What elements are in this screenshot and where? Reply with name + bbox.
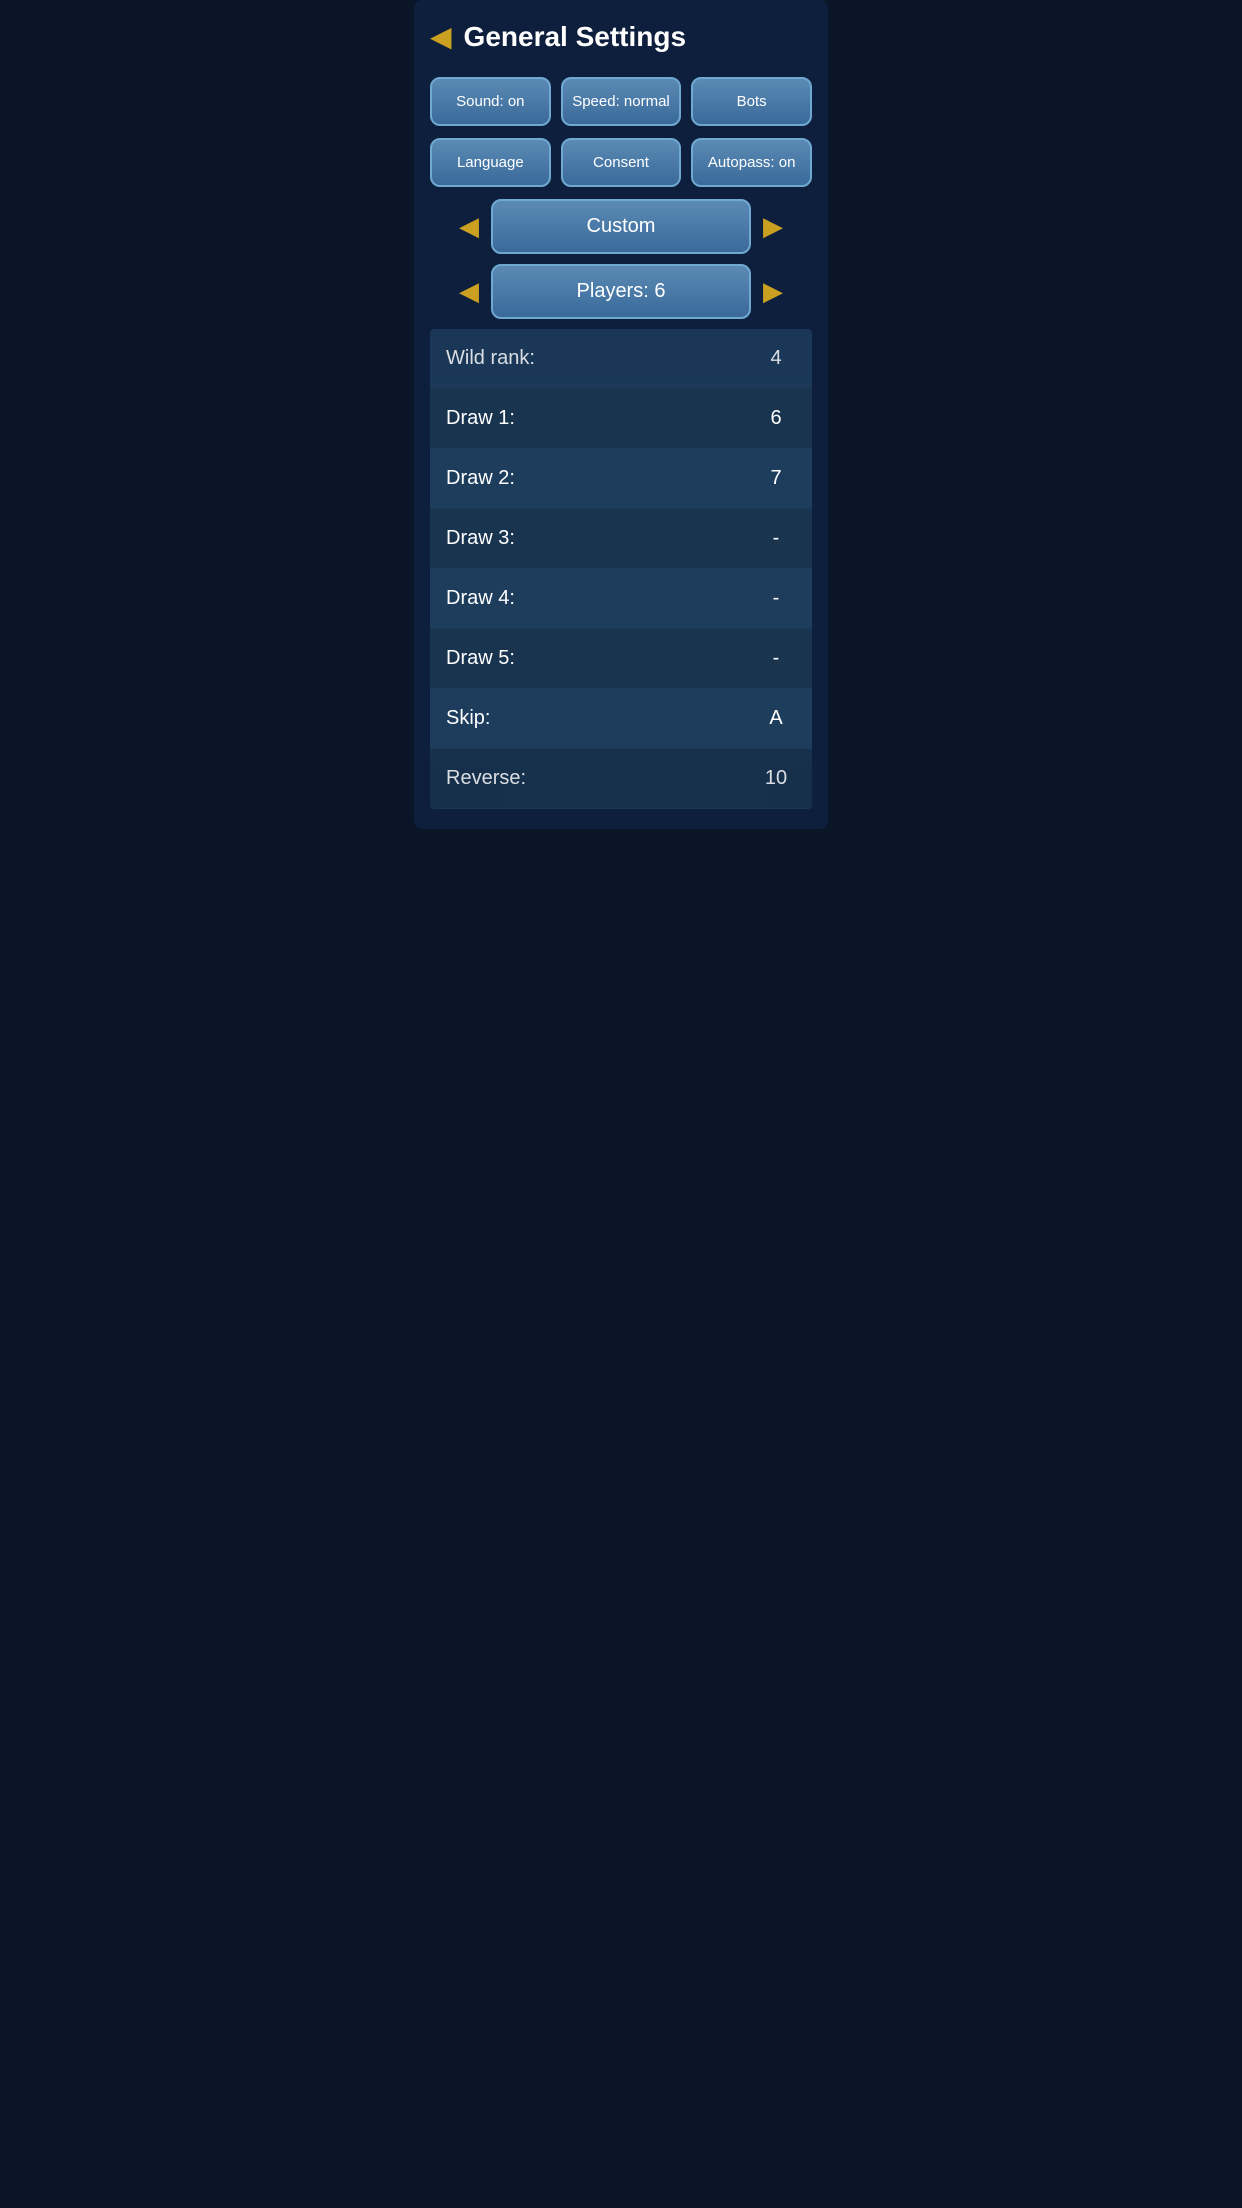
button-row-1: Sound: on Speed: normal Bots: [430, 77, 812, 126]
row-value-draw5: -: [756, 647, 796, 670]
consent-button[interactable]: Consent: [561, 138, 682, 187]
row-label-draw1: Draw 1:: [446, 407, 515, 430]
custom-nav-row: ◀ Custom ▶: [430, 199, 812, 254]
table-row[interactable]: Draw 4: -: [430, 569, 812, 629]
row-label-wild-rank: Wild rank:: [446, 347, 535, 370]
players-button[interactable]: Players: 6: [491, 264, 751, 319]
table-row[interactable]: Draw 5: -: [430, 629, 812, 689]
page-title: General Settings: [464, 21, 687, 53]
row-value-draw2: 7: [756, 467, 796, 490]
header: ◀ General Settings: [430, 20, 812, 53]
row-label-draw2: Draw 2:: [446, 467, 515, 490]
players-prev-arrow[interactable]: ◀: [459, 276, 479, 307]
custom-button[interactable]: Custom: [491, 199, 751, 254]
table-row[interactable]: Reverse: 10: [430, 749, 812, 809]
back-button[interactable]: ◀: [430, 20, 452, 53]
custom-next-arrow[interactable]: ▶: [763, 211, 783, 242]
row-value-draw1: 6: [756, 407, 796, 430]
bots-button[interactable]: Bots: [691, 77, 812, 126]
players-nav-row: ◀ Players: 6 ▶: [430, 264, 812, 319]
table-row[interactable]: Wild rank: 4: [430, 329, 812, 389]
table-row[interactable]: Skip: A: [430, 689, 812, 749]
row-label-skip: Skip:: [446, 707, 490, 730]
row-label-draw5: Draw 5:: [446, 647, 515, 670]
row-value-draw3: -: [756, 527, 796, 550]
button-row-2: Language Consent Autopass: on: [430, 138, 812, 187]
speed-button[interactable]: Speed: normal: [561, 77, 682, 126]
autopass-button[interactable]: Autopass: on: [691, 138, 812, 187]
table-row[interactable]: Draw 1: 6: [430, 389, 812, 449]
table-row[interactable]: Draw 2: 7: [430, 449, 812, 509]
row-label-draw4: Draw 4:: [446, 587, 515, 610]
row-value-wild-rank: 4: [756, 347, 796, 370]
row-value-draw4: -: [756, 587, 796, 610]
language-button[interactable]: Language: [430, 138, 551, 187]
row-label-draw3: Draw 3:: [446, 527, 515, 550]
row-label-reverse: Reverse:: [446, 767, 526, 790]
row-value-skip: A: [756, 707, 796, 730]
custom-prev-arrow[interactable]: ◀: [459, 211, 479, 242]
players-next-arrow[interactable]: ▶: [763, 276, 783, 307]
table-row[interactable]: Draw 3: -: [430, 509, 812, 569]
row-value-reverse: 10: [756, 767, 796, 790]
app-container: ◀ General Settings Sound: on Speed: norm…: [414, 0, 828, 829]
sound-button[interactable]: Sound: on: [430, 77, 551, 126]
settings-table: Wild rank: 4 Draw 1: 6 Draw 2: 7 Draw 3:…: [430, 329, 812, 809]
